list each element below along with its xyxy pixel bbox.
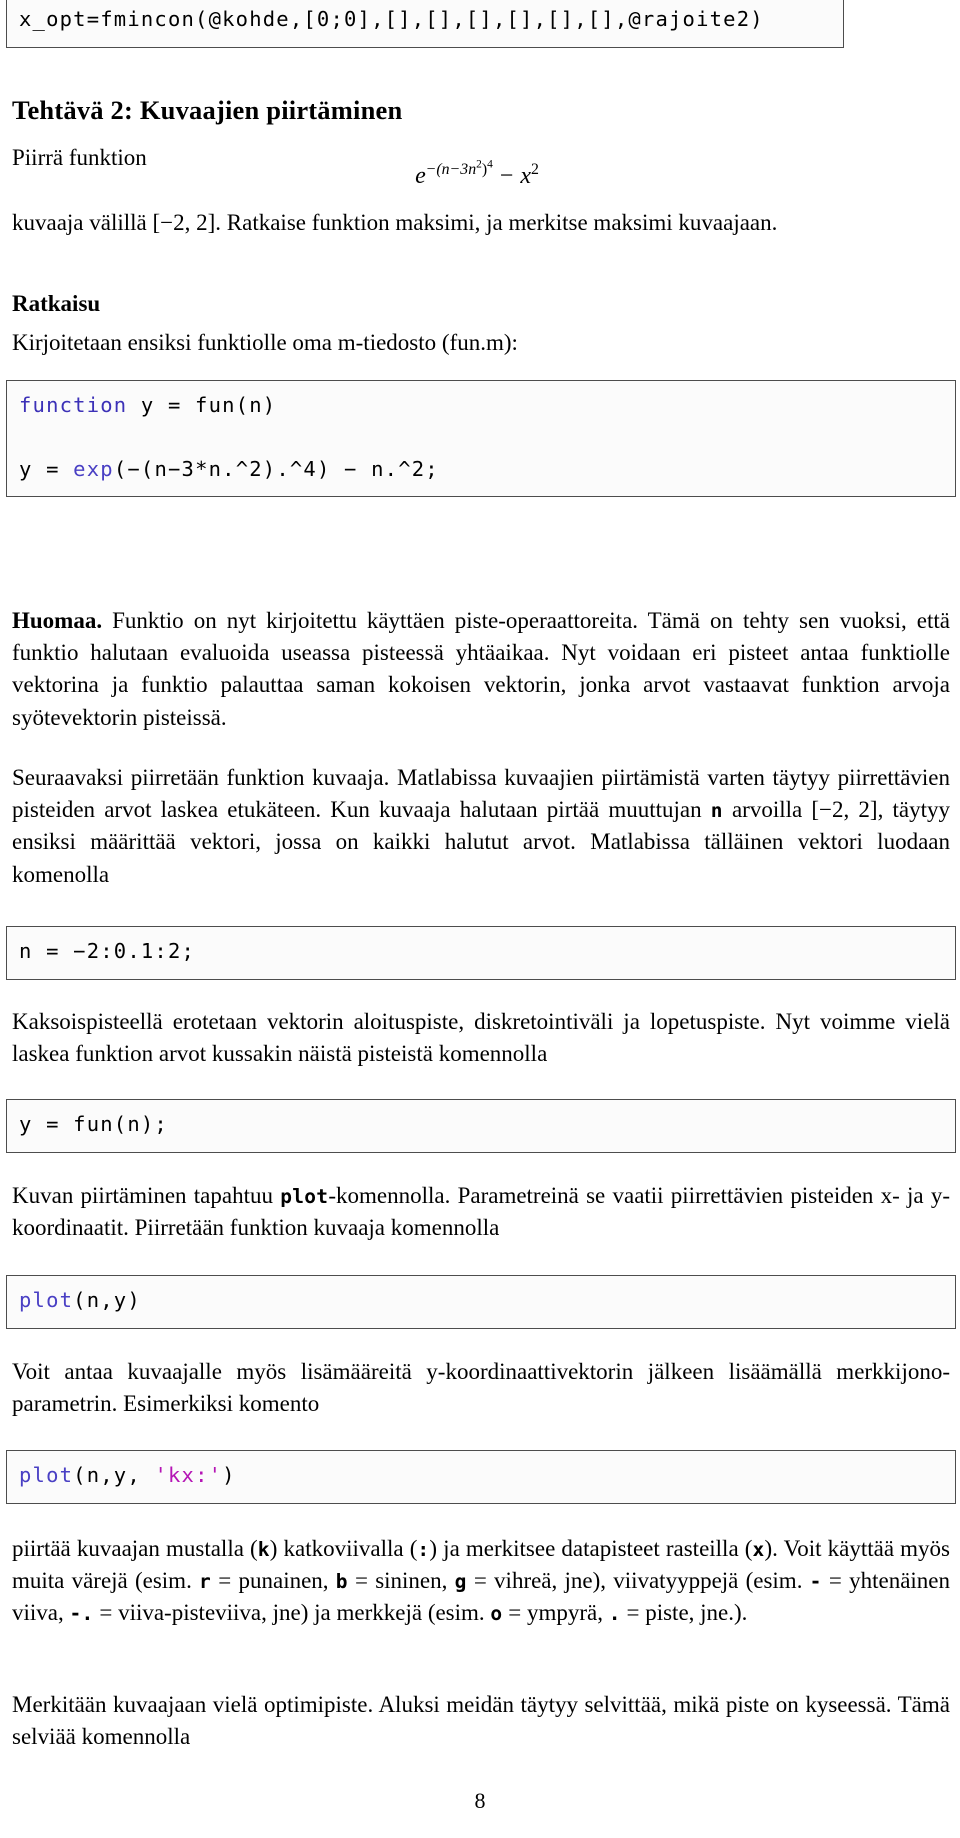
style-opt-seg1: piirtää kuvaajan mustalla ( — [12, 1536, 258, 1561]
style-opt-seg2: ) katkoviivalla ( — [269, 1536, 418, 1561]
style-opt-seg3: ) ja merkitsee datapisteet rasteilla ( — [429, 1536, 753, 1561]
style-opt-seg7: = vihreä, jne), viivatyyppejä (esim. — [466, 1568, 810, 1594]
formula-second-term-sup: 2 — [531, 161, 539, 178]
formula-base: e — [415, 163, 426, 189]
code-block-eval-y: y = fun(n); — [6, 1099, 956, 1153]
code-function-plot: plot — [19, 1288, 74, 1312]
code-keyword-function: function — [19, 393, 128, 417]
inline-code-o: o — [490, 1602, 503, 1626]
inline-code-g: g — [454, 1570, 467, 1594]
document-page: x_opt=fmincon(@kohde,[0;0],[],[],[],[],[… — [0, 0, 960, 1838]
inline-code-k: k — [257, 1538, 270, 1561]
code-block-funm: function y = fun(n) y = exp(−(n−3*n.^2).… — [6, 380, 956, 498]
code-plot-style-args-pre: (n,y, — [73, 1463, 155, 1487]
code-plot-style-args-post: ) — [222, 1463, 236, 1487]
code-line-vector-n: n = −2:0.1:2; — [19, 939, 196, 963]
mfile-intro-text: Kirjoitetaan ensiksi funktiolle oma m-ti… — [12, 330, 518, 355]
code-function-plot-style: plot — [19, 1463, 74, 1487]
inline-code-r: r — [199, 1570, 212, 1594]
style-opt-seg5: = punainen, — [211, 1568, 336, 1594]
code-funm-assign-lhs: y = — [19, 456, 74, 481]
code-block-plot: plot(n,y) — [6, 1275, 956, 1329]
formula-minus: − — [499, 163, 514, 189]
formula-exp-inner-lead: −(n−3n — [425, 161, 477, 178]
optimum-point-paragraph: Merkitään kuvaajaan vielä optimipiste. A… — [12, 1692, 950, 1750]
style-opt-seg11: = piste, jne.). — [620, 1600, 748, 1626]
style-opt-seg9: = viiva-pisteviiva, jne) ja merkkejä (es… — [93, 1600, 491, 1626]
plot-command-part1: Kuvan piirtäminen tapahtuu — [12, 1183, 281, 1208]
note-paragraph: Huomaa. Funktio on nyt kirjoitettu käytt… — [12, 605, 950, 734]
code-block-fmincon: x_opt=fmincon(@kohde,[0;0],[],[],[],[],[… — [6, 0, 844, 48]
inline-code-dashdot: -. — [69, 1602, 94, 1626]
formula-exponent: −(n−3n2)4 — [425, 158, 493, 178]
inline-code-x: x — [752, 1538, 765, 1561]
code-line-fmincon: x_opt=fmincon(@kohde,[0;0],[],[],[],[],[… — [19, 7, 764, 31]
style-parameter-paragraph: Voit antaa kuvaajalle myös lisämääreitä … — [12, 1359, 950, 1417]
style-options-paragraph: piirtää kuvaajan mustalla (k) katkoviiva… — [12, 1533, 950, 1630]
code-block-plot-style: plot(n,y, 'kx:') — [6, 1450, 956, 1504]
code-block-vector-n: n = −2:0.1:2; — [6, 926, 956, 980]
plotting-intro-paragraph: Seuraavaksi piirretään funktion kuvaaja.… — [12, 762, 950, 891]
code-function-exp: exp — [73, 456, 114, 481]
code-funm-expression: (−(n−3*n.^2).^4) − n.^2; — [113, 456, 439, 481]
note-text: Funktio on nyt kirjoitettu käyttäen pist… — [12, 608, 950, 730]
formula-exp-outer-sup: 4 — [487, 158, 493, 171]
code-plot-args: (n,y) — [73, 1288, 141, 1312]
inline-code-colon: : — [417, 1538, 430, 1561]
display-formula: e−(n−3n2)4− x2 — [12, 158, 942, 190]
code-string-literal: 'kx:' — [154, 1463, 223, 1487]
colon-explanation-paragraph: Kaksoispisteellä erotetaan vektorin aloi… — [12, 1009, 950, 1067]
style-opt-seg6: = sininen, — [347, 1568, 455, 1594]
inline-code-dash: - — [809, 1570, 822, 1594]
inline-code-dot: . — [608, 1602, 621, 1626]
solution-heading: Ratkaisu — [12, 291, 101, 316]
inline-code-b: b — [335, 1570, 348, 1594]
page-number: 8 — [474, 1788, 486, 1813]
style-opt-seg10: = ympyrä, — [502, 1600, 609, 1626]
formula-second-term: x — [520, 163, 531, 189]
plot-command-paragraph: Kuvan piirtäminen tapahtuu plot-komennol… — [12, 1180, 950, 1244]
intro-tail-text: kuvaaja välillä [−2, 2]. Ratkaise funkti… — [12, 210, 778, 235]
note-label: Huomaa. — [12, 608, 103, 633]
inline-code-n: n — [710, 799, 723, 823]
code-funm-signature: y = fun(n) — [127, 393, 277, 417]
code-line-eval-y: y = fun(n); — [19, 1112, 168, 1136]
inline-code-plot: plot — [280, 1185, 329, 1208]
page-title: Tehtävä 2: Kuvaajien piirtäminen — [12, 95, 403, 125]
